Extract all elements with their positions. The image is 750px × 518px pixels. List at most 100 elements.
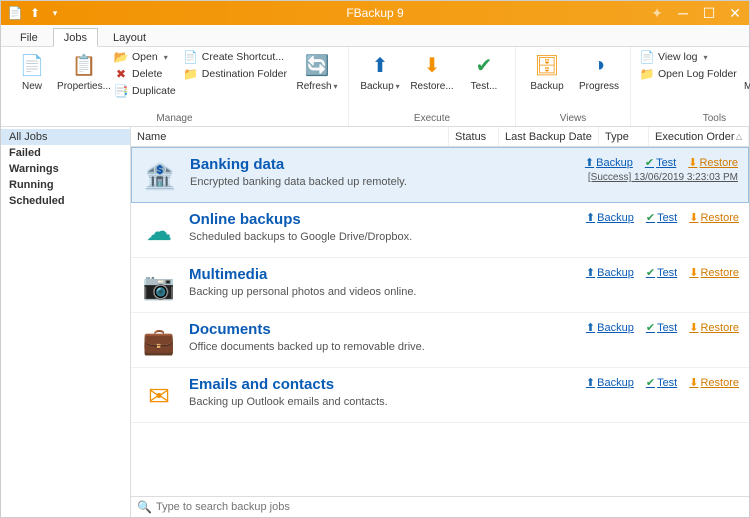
job-backup-link[interactable]: ⬆Backup xyxy=(586,211,634,224)
job-status-line[interactable]: [Success] 13/06/2019 3:23:03 PM xyxy=(588,172,738,183)
down-arrow-icon: ⬇ xyxy=(689,376,698,389)
col-type[interactable]: Type xyxy=(599,127,649,146)
backup-button[interactable]: ⬆ Backup xyxy=(355,49,405,94)
job-row[interactable]: 💼 Documents Office documents backed up t… xyxy=(131,313,749,368)
up-arrow-icon: ⬆ xyxy=(586,266,595,279)
job-test-link[interactable]: ✔Test xyxy=(645,156,676,169)
check-icon: ✔ xyxy=(646,321,655,334)
col-exec[interactable]: Execution Order△ xyxy=(649,127,749,146)
job-row[interactable]: ☁ Online backups Scheduled backups to Go… xyxy=(131,203,749,258)
views-group-label: Views xyxy=(560,112,587,126)
job-test-link[interactable]: ✔Test xyxy=(646,211,677,224)
menubar: File Jobs Layout xyxy=(1,25,749,47)
job-backup-link[interactable]: ⬆Backup xyxy=(585,156,633,169)
maximize-icon[interactable]: ☐ xyxy=(701,5,717,21)
new-button[interactable]: 📄 New xyxy=(7,49,57,94)
job-row[interactable]: 📷 Multimedia Backing up personal photos … xyxy=(131,258,749,313)
job-test-link[interactable]: ✔Test xyxy=(646,376,677,389)
job-test-link[interactable]: ✔Test xyxy=(646,321,677,334)
delete-icon: ✖ xyxy=(114,67,128,81)
refresh-icon: 🔄 xyxy=(303,51,331,79)
tools-group-label: Tools xyxy=(703,112,726,126)
duplicate-button[interactable]: 📑Duplicate xyxy=(111,83,179,99)
log-folder-icon: 📁 xyxy=(640,67,654,81)
job-list: 🏦 Banking data Encrypted banking data ba… xyxy=(131,147,749,496)
check-icon: ✔ xyxy=(646,376,655,389)
sidebar-item-scheduled[interactable]: Scheduled xyxy=(1,193,130,209)
col-name[interactable]: Name xyxy=(131,127,449,146)
backup-label: Backup xyxy=(360,81,399,92)
down-arrow-icon: ⬇ xyxy=(689,321,698,334)
job-row[interactable]: ✉ Emails and contacts Backing up Outlook… xyxy=(131,368,749,423)
refresh-button[interactable]: 🔄 Refresh xyxy=(292,49,342,94)
job-test-link[interactable]: ✔Test xyxy=(646,266,677,279)
job-backup-link[interactable]: ⬆Backup xyxy=(586,321,634,334)
job-row[interactable]: 🏦 Banking data Encrypted banking data ba… xyxy=(131,147,749,203)
open-log-folder-button[interactable]: 📁Open Log Folder xyxy=(637,66,740,82)
job-restore-link[interactable]: ⬇Restore xyxy=(689,211,739,224)
minimize-icon[interactable]: ─ xyxy=(675,5,691,21)
views-backup-button[interactable]: 🗄 Backup xyxy=(522,49,572,94)
job-restore-link[interactable]: ⬇Restore xyxy=(689,376,739,389)
view-log-button[interactable]: 📄View log xyxy=(637,49,740,65)
backup-icon: ⬆ xyxy=(366,51,394,79)
search-icon: 🔍 xyxy=(137,500,152,514)
tab-file[interactable]: File xyxy=(9,28,49,46)
email-icon: ✉ xyxy=(141,378,177,414)
sidebar-item-failed[interactable]: Failed xyxy=(1,145,130,161)
job-desc: Encrypted banking data backed up remotel… xyxy=(190,176,573,188)
properties-icon: 📋 xyxy=(70,51,98,79)
up-arrow-icon: ⬆ xyxy=(585,156,594,169)
up-arrow-icon: ⬆ xyxy=(586,376,595,389)
messages-button[interactable]: 💬 Messages xyxy=(742,49,750,94)
search-input[interactable] xyxy=(156,501,743,513)
window-title: FBackup 9 xyxy=(346,6,403,20)
camera-icon: 📷 xyxy=(141,268,177,304)
job-title: Banking data xyxy=(190,156,573,173)
up-icon[interactable]: ⬆ xyxy=(27,5,43,21)
job-restore-link[interactable]: ⬇Restore xyxy=(689,266,739,279)
test-button[interactable]: ✔ Test... xyxy=(459,49,509,94)
views-backup-label: Backup xyxy=(530,81,563,92)
job-restore-link[interactable]: ⬇Restore xyxy=(689,321,739,334)
delete-button[interactable]: ✖Delete xyxy=(111,66,179,82)
destination-folder-button[interactable]: 📁Destination Folder xyxy=(181,66,290,82)
new-icon: 📄 xyxy=(18,51,46,79)
stack-icon: 🗄 xyxy=(533,51,561,79)
app-menu-icon[interactable]: 📄 xyxy=(7,5,23,21)
tab-layout[interactable]: Layout xyxy=(102,28,157,46)
search-bar: 🔍 xyxy=(131,496,749,517)
dropdown-icon[interactable]: ▾ xyxy=(47,5,63,21)
restore-button[interactable]: ⬇ Restore... xyxy=(407,49,457,94)
decor-icon-1: ✦ xyxy=(649,5,665,21)
create-shortcut-button[interactable]: 📄Create Shortcut... xyxy=(181,49,290,65)
job-backup-link[interactable]: ⬆Backup xyxy=(586,376,634,389)
bank-icon: 🏦 xyxy=(142,158,178,194)
titlebar: 📄 ⬆ ▾ FBackup 9 ✦ ─ ☐ ✕ xyxy=(1,1,749,25)
down-arrow-icon: ⬇ xyxy=(689,211,698,224)
sidebar-item-all-jobs[interactable]: All Jobs xyxy=(1,129,130,145)
job-backup-link[interactable]: ⬆Backup xyxy=(586,266,634,279)
progress-button[interactable]: ◑ Progress xyxy=(574,49,624,94)
job-desc: Office documents backed up to removable … xyxy=(189,341,574,353)
main: All JobsFailedWarningsRunningScheduled N… xyxy=(1,127,749,517)
down-arrow-icon: ⬇ xyxy=(688,156,697,169)
properties-button[interactable]: 📋 Properties... xyxy=(59,49,109,94)
open-button[interactable]: 📂Open xyxy=(111,49,179,65)
tab-jobs[interactable]: Jobs xyxy=(53,28,98,47)
col-status[interactable]: Status xyxy=(449,127,499,146)
job-restore-link[interactable]: ⬇Restore xyxy=(688,156,738,169)
duplicate-icon: 📑 xyxy=(114,84,128,98)
close-icon[interactable]: ✕ xyxy=(727,5,743,21)
progress-icon: ◑ xyxy=(585,51,613,79)
sidebar-item-running[interactable]: Running xyxy=(1,177,130,193)
manage-group-label: Manage xyxy=(156,112,192,126)
ribbon-group-views: 🗄 Backup ◑ Progress Views xyxy=(516,47,631,126)
sidebar-item-warnings[interactable]: Warnings xyxy=(1,161,130,177)
briefcase-icon: 💼 xyxy=(141,323,177,359)
check-icon: ✔ xyxy=(646,211,655,224)
sort-icon: △ xyxy=(736,132,742,141)
progress-label: Progress xyxy=(579,81,619,92)
col-last[interactable]: Last Backup Date xyxy=(499,127,599,146)
execute-group-label: Execute xyxy=(414,112,450,126)
